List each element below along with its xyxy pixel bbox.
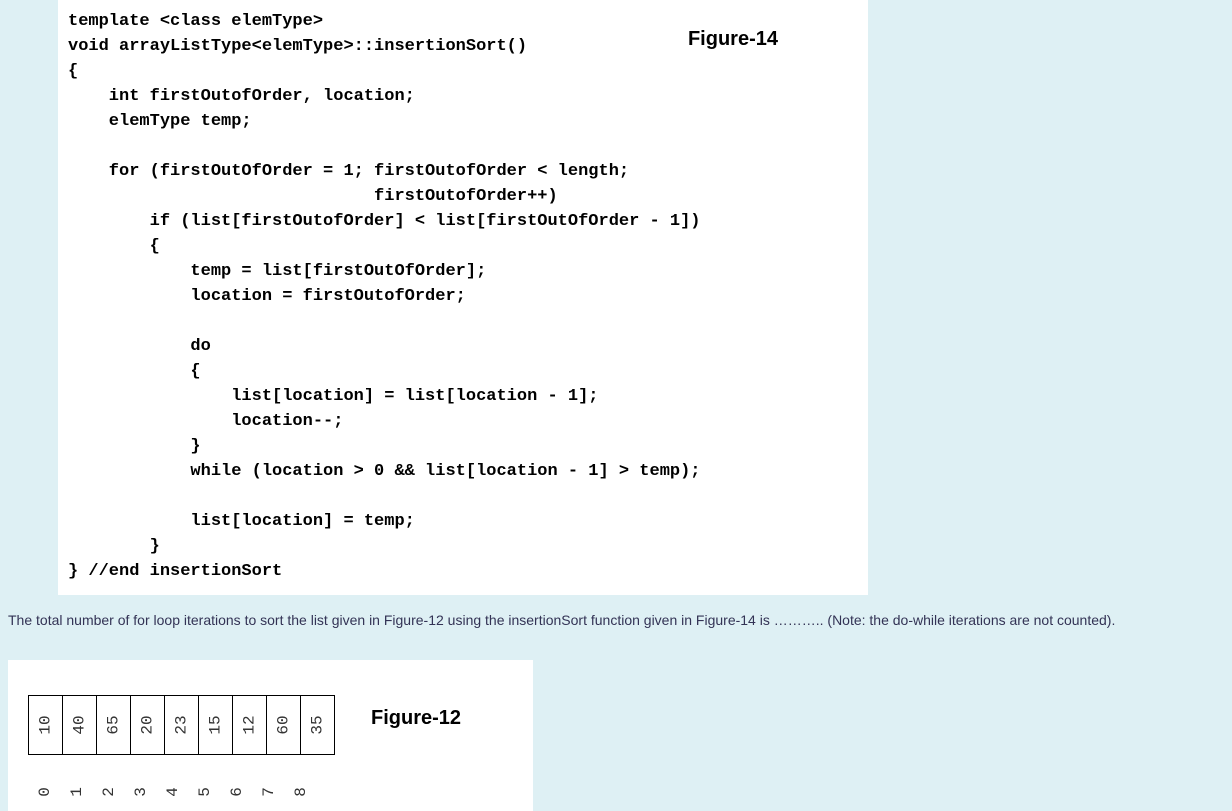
index-value: 2 <box>99 787 117 797</box>
array-value: 40 <box>70 716 88 735</box>
index-value: 7 <box>259 787 277 797</box>
index-cell: 3 <box>124 783 157 801</box>
index-value: 6 <box>227 787 245 797</box>
array-value: 12 <box>240 716 258 735</box>
figure-12-label: Figure-12 <box>371 707 461 730</box>
array-cell: 12 <box>232 695 267 755</box>
array-cell: 15 <box>198 695 233 755</box>
index-cell: 8 <box>284 783 317 801</box>
array-indices-row: 0 1 2 3 4 5 6 7 8 <box>28 783 317 801</box>
index-value: 3 <box>131 787 149 797</box>
index-cell: 2 <box>92 783 125 801</box>
array-cell: 40 <box>62 695 97 755</box>
figure-14-label: Figure-14 <box>688 28 778 51</box>
array-cell: 35 <box>300 695 335 755</box>
array-cell: 23 <box>164 695 199 755</box>
index-cell: 4 <box>156 783 189 801</box>
index-cell: 5 <box>188 783 221 801</box>
index-value: 5 <box>195 787 213 797</box>
array-cell: 10 <box>28 695 63 755</box>
array-values-row: 10 40 65 20 23 15 12 60 35 <box>28 695 335 755</box>
figure-12-container: 104065202315126035 012345678 Figure-12 <box>8 660 533 811</box>
array-cell: 20 <box>130 695 165 755</box>
array-value: 65 <box>104 716 122 735</box>
question-text: The total number of for loop iterations … <box>8 611 1188 631</box>
index-cell: 6 <box>220 783 253 801</box>
index-value: 4 <box>163 787 181 797</box>
index-value: 8 <box>291 787 309 797</box>
code-figure-14: template <class elemType> void arrayList… <box>58 0 868 595</box>
index-value: 1 <box>67 787 85 797</box>
array-value: 60 <box>274 716 292 735</box>
array-value: 10 <box>36 716 54 735</box>
index-cell: 1 <box>60 783 93 801</box>
index-value: 0 <box>35 787 53 797</box>
array-cell: 65 <box>96 695 131 755</box>
array-area: 104065202315126035 012345678 <box>28 695 335 801</box>
array-value: 15 <box>206 716 224 735</box>
array-value: 23 <box>172 716 190 735</box>
index-cell: 7 <box>252 783 285 801</box>
array-value: 35 <box>308 716 326 735</box>
code-content: template <class elemType> void arrayList… <box>68 10 868 585</box>
index-cell: 0 <box>28 783 61 801</box>
array-value: 20 <box>138 716 156 735</box>
array-cell: 60 <box>266 695 301 755</box>
